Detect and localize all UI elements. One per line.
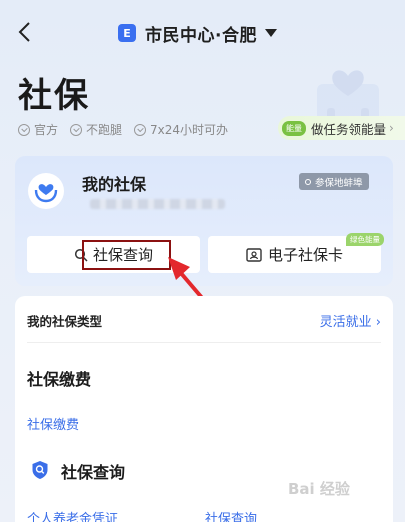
shield-icon xyxy=(32,461,48,479)
feature-label: 不跑腿 xyxy=(86,123,123,137)
caret-down-icon xyxy=(264,29,277,37)
feature-item: 不跑腿 xyxy=(70,121,122,138)
city-selector[interactable]: E 市民中心·合肥 xyxy=(118,19,277,47)
divider xyxy=(27,342,381,343)
location-tag-label: 参保地蚌埠 xyxy=(315,177,363,189)
check-circle-icon xyxy=(70,123,83,136)
id-card-icon xyxy=(246,247,262,262)
feature-label: 7x24小时可办 xyxy=(150,123,229,137)
social-security-type-label: 我的社保类型 xyxy=(27,314,103,329)
check-circle-icon xyxy=(134,123,147,136)
feature-label: 官方 xyxy=(34,123,59,137)
feature-list: 官方 不跑腿 7x24小时可办 xyxy=(18,121,240,138)
energy-task-label: 做任务领能量 xyxy=(311,121,387,137)
social-security-type-link[interactable]: 灵活就业 › xyxy=(320,311,381,330)
card-title: 我的社保 xyxy=(82,175,147,194)
watermark-logo: Bai 经验 xyxy=(288,480,350,498)
location-pin-icon xyxy=(305,178,311,185)
payment-section-title: 社保缴费 xyxy=(27,370,92,389)
feature-item: 7x24小时可办 xyxy=(134,121,228,138)
payment-link[interactable]: 社保缴费 xyxy=(27,414,79,433)
pension-certificate-link[interactable]: 个人养老金凭证 xyxy=(27,508,118,522)
query-section-title: 社保查询 xyxy=(61,463,126,482)
back-arrow-icon[interactable] xyxy=(14,20,36,44)
feature-item: 官方 xyxy=(18,121,58,138)
page-title: 社保 xyxy=(18,76,90,116)
energy-badge: 能量 xyxy=(282,120,306,136)
energy-task-button[interactable]: 能量 做任务领能量 › xyxy=(278,116,405,140)
social-security-logo-icon xyxy=(28,173,64,209)
city-name: 市民中心·合肥 xyxy=(145,25,257,46)
location-tag[interactable]: 参保地蚌埠 xyxy=(299,173,369,190)
city-badge-icon: E xyxy=(118,24,136,42)
chevron-right-icon: › xyxy=(389,121,394,135)
check-circle-icon xyxy=(18,123,30,136)
masked-id-number xyxy=(90,199,225,209)
highlight-annotation-box xyxy=(82,240,171,270)
ecard-button-label: 电子社保卡 xyxy=(267,246,343,264)
top-bar: E 市民中心·合肥 xyxy=(0,0,405,64)
green-energy-tag: 绿色能量 xyxy=(346,233,384,246)
social-security-query-link[interactable]: 社保查询 xyxy=(205,508,257,522)
